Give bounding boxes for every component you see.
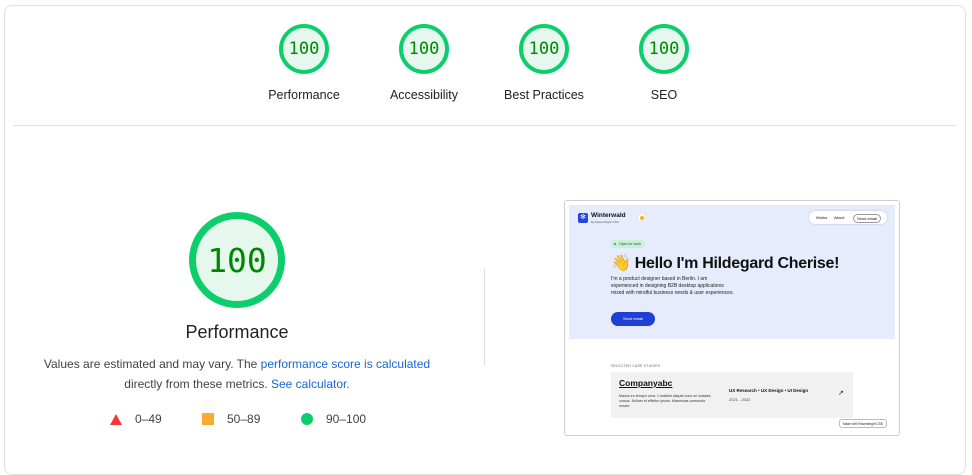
case-study-name: Companyabc <box>619 378 673 388</box>
case-study-card: Companyabc Mauris eu tempor urna. Curabi… <box>611 372 853 418</box>
hero-intro: I'm a product designer based in Berlin. … <box>611 276 734 296</box>
score-legend: 0–49 50–89 90–100 <box>0 412 480 430</box>
section-divider <box>14 125 957 126</box>
gauge-label: Performance <box>268 88 340 102</box>
send-email-button: Send email <box>611 312 655 326</box>
performance-score: 100 <box>207 240 267 280</box>
performance-score-link[interactable]: performance score is calculated <box>261 357 430 371</box>
gauge-label: SEO <box>650 88 678 102</box>
case-studies-label: SELECTED CASE STUDIES <box>611 364 661 368</box>
nav-send-email: Send email <box>853 213 882 223</box>
legend-fail: 0–49 <box>110 412 162 426</box>
performance-title: Performance <box>185 322 289 342</box>
hero-headline: 👋 Hello I'm Hildegard Cherise! <box>611 255 840 272</box>
legend-pass: 90–100 <box>301 412 366 426</box>
nav-bar: Works About Send email <box>809 211 887 224</box>
snowflake-logo-icon: ✻ <box>578 213 588 223</box>
gauge-score: 100 <box>528 39 560 59</box>
legend-range: 90–100 <box>326 412 367 426</box>
gauge-score: 100 <box>408 39 440 59</box>
gauge-accessibility[interactable]: 100 Accessibility <box>364 24 484 102</box>
hero-section: ✻ Winterwald By Ravenbright CSS Works Ab… <box>569 205 895 339</box>
category-gauges: 100 Performance 100 Accessibility 100 Be… <box>0 24 972 114</box>
performance-score-ring: 100 <box>189 212 285 308</box>
case-study-description: Mauris eu tempor urna. Curabitur aliquet… <box>619 394 711 408</box>
gauge-label: Best Practices <box>504 88 584 102</box>
description-text: directly from these metrics. <box>124 377 271 391</box>
gauge-best-practices[interactable]: 100 Best Practices <box>484 24 604 102</box>
score-ring: 100 <box>519 24 569 74</box>
sun-icon <box>637 213 646 222</box>
calculator-link[interactable]: See calculator. <box>271 377 350 391</box>
score-ring: 100 <box>399 24 449 74</box>
legend-average: 50–89 <box>202 412 260 426</box>
square-icon <box>202 413 214 425</box>
performance-description: Values are estimated and may vary. The p… <box>20 354 454 394</box>
brand-subtitle: By Ravenbright CSS <box>591 220 619 224</box>
gauge-performance[interactable]: 100 Performance <box>244 24 364 102</box>
gauge-score: 100 <box>648 39 680 59</box>
triangle-icon <box>110 413 122 425</box>
nav-about: About <box>834 215 845 220</box>
description-text: Values are estimated and may vary. The <box>43 357 261 371</box>
legend-range: 50–89 <box>227 412 261 426</box>
circle-icon <box>301 413 313 425</box>
final-screenshot[interactable]: ✻ Winterwald By Ravenbright CSS Works Ab… <box>564 200 900 436</box>
score-ring: 100 <box>279 24 329 74</box>
made-with-badge: Made with Ravenbright CSS <box>839 419 888 428</box>
open-for-work-badge: Open for work <box>611 240 645 248</box>
score-ring: 100 <box>639 24 689 74</box>
arrow-up-right-icon: ↗ <box>838 390 844 397</box>
gauge-score: 100 <box>288 39 320 59</box>
gauge-label: Accessibility <box>389 88 459 102</box>
legend-range: 0–49 <box>135 412 162 426</box>
case-study-tags: UX Research • UX Design • UI Design <box>729 388 809 393</box>
brand-name: Winterwald <box>591 212 626 219</box>
vertical-separator <box>484 268 485 366</box>
case-study-years: 2021 - 2022 <box>729 397 751 402</box>
nav-works: Works <box>816 215 828 220</box>
gauge-seo[interactable]: 100 SEO <box>604 24 724 102</box>
